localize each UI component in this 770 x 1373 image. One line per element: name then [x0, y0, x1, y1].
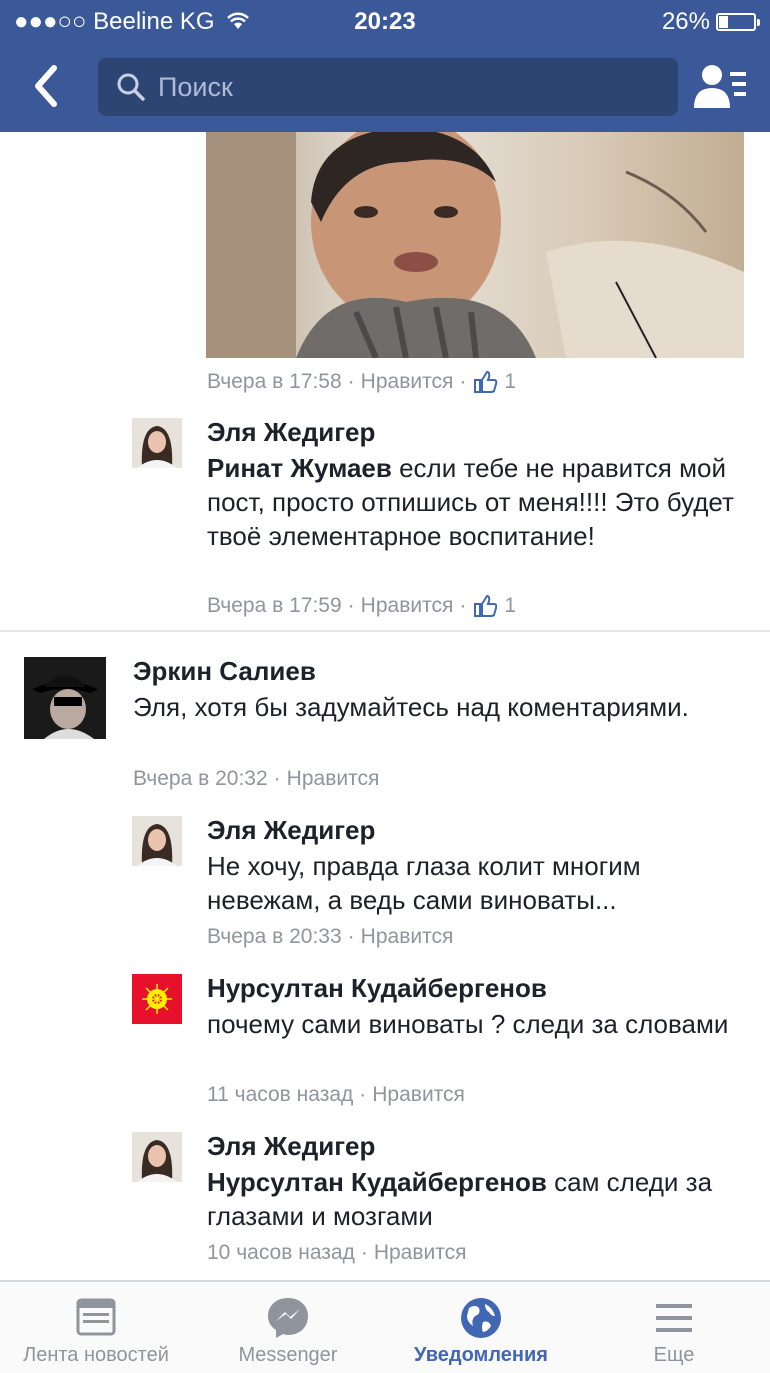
like-button[interactable]: Нравится: [372, 1083, 465, 1107]
comment-author[interactable]: Эля Жедигер: [207, 815, 375, 846]
comment-text: Эля, хотя бы задумайтесь над коментариям…: [133, 692, 689, 722]
tab-notifications[interactable]: Уведомления: [385, 1282, 577, 1373]
comment-meta: 11 часов назад · Нравится: [207, 1083, 465, 1107]
search-input[interactable]: [156, 70, 640, 104]
comment-author[interactable]: Эля Жедигер: [207, 1131, 375, 1162]
comment-text: Ринат Жумаев если тебе не нравится мой п…: [207, 453, 734, 551]
tab-label: Лента новостей: [23, 1344, 169, 1366]
thread-divider: [0, 630, 770, 632]
like-button[interactable]: Нравится: [374, 1241, 467, 1265]
tab-messenger[interactable]: Messenger: [192, 1282, 384, 1373]
clock: 20:23: [354, 8, 416, 35]
like-count: 1: [504, 594, 517, 617]
nav-bar: [0, 44, 770, 132]
tab-label: Messenger: [238, 1344, 338, 1366]
search-bar[interactable]: [98, 58, 678, 116]
photo-image: [206, 132, 744, 358]
thumbs-up-icon: [474, 594, 498, 617]
comment-author[interactable]: Нурсултан Кудайбергенов: [207, 973, 547, 1004]
like-button[interactable]: Нравится: [287, 767, 380, 791]
comment-text: Нурсултан Кудайбергенов сам следи за гла…: [207, 1167, 713, 1231]
avatar[interactable]: [132, 418, 182, 468]
globe-icon: [461, 1298, 501, 1338]
battery-status: 26%: [661, 8, 760, 36]
comment-meta: Вчера в 17:59 · Нравится · 1: [207, 594, 517, 618]
search-icon: [117, 73, 145, 101]
comment-meta: Вчера в 20:33 · Нравится: [207, 925, 454, 949]
comment-time[interactable]: 10 часов назад: [207, 1241, 355, 1265]
news-feed-icon: [76, 1298, 116, 1336]
comment-author[interactable]: Эркин Салиев: [133, 656, 316, 687]
messenger-icon: [268, 1298, 308, 1338]
comment-time[interactable]: Вчера в 20:33: [207, 925, 342, 949]
mention-link[interactable]: Нурсултан Кудайбергенов: [207, 1167, 547, 1197]
bottom-tab-bar: Лента новостей Messenger Уведомления Еще: [0, 1280, 770, 1373]
top-header: ●●●○○ Beeline KG 20:23 26%: [0, 0, 770, 132]
battery-icon: [716, 13, 760, 31]
comment-meta: 10 часов назад · Нравится: [207, 1241, 467, 1265]
friend-requests-icon[interactable]: [692, 62, 748, 112]
battery-percent: 26%: [661, 8, 710, 35]
avatar[interactable]: [132, 816, 182, 866]
tab-label: Еще: [653, 1344, 695, 1366]
comment-time[interactable]: 11 часов назад: [207, 1083, 353, 1107]
status-bar: ●●●○○ Beeline KG 20:23 26%: [0, 0, 770, 44]
tab-more[interactable]: Еще: [578, 1282, 770, 1373]
comment-author[interactable]: Эля Жедигер: [207, 417, 375, 448]
comment-meta: Вчера в 20:32 · Нравится: [133, 767, 380, 791]
avatar[interactable]: [132, 1132, 182, 1182]
thumbs-up-icon: [474, 370, 498, 393]
like-button[interactable]: Нравится: [361, 370, 454, 394]
avatar[interactable]: [24, 657, 106, 739]
back-arrow-icon[interactable]: [22, 56, 72, 116]
avatar[interactable]: [132, 974, 182, 1024]
like-button[interactable]: Нравится: [361, 594, 454, 618]
comment-text: почему сами виноваты ? следи за словами: [207, 1009, 729, 1039]
tab-label: Уведомления: [414, 1344, 548, 1366]
comment-time[interactable]: Вчера в 17:58: [207, 370, 342, 394]
menu-icon: [656, 1304, 692, 1332]
mention-link[interactable]: Ринат Жумаев: [207, 453, 392, 483]
comment-meta: Вчера в 17:58 · Нравится · 1: [207, 370, 517, 394]
comment-text: Не хочу, правда глаза колит многим невеж…: [207, 851, 641, 915]
like-count: 1: [504, 370, 517, 393]
comment-time[interactable]: Вчера в 17:59: [207, 594, 342, 618]
tab-news-feed[interactable]: Лента новостей: [0, 1282, 192, 1373]
like-button[interactable]: Нравится: [361, 925, 454, 949]
comment-time[interactable]: Вчера в 20:32: [133, 767, 268, 791]
comment-photo[interactable]: [206, 132, 744, 358]
